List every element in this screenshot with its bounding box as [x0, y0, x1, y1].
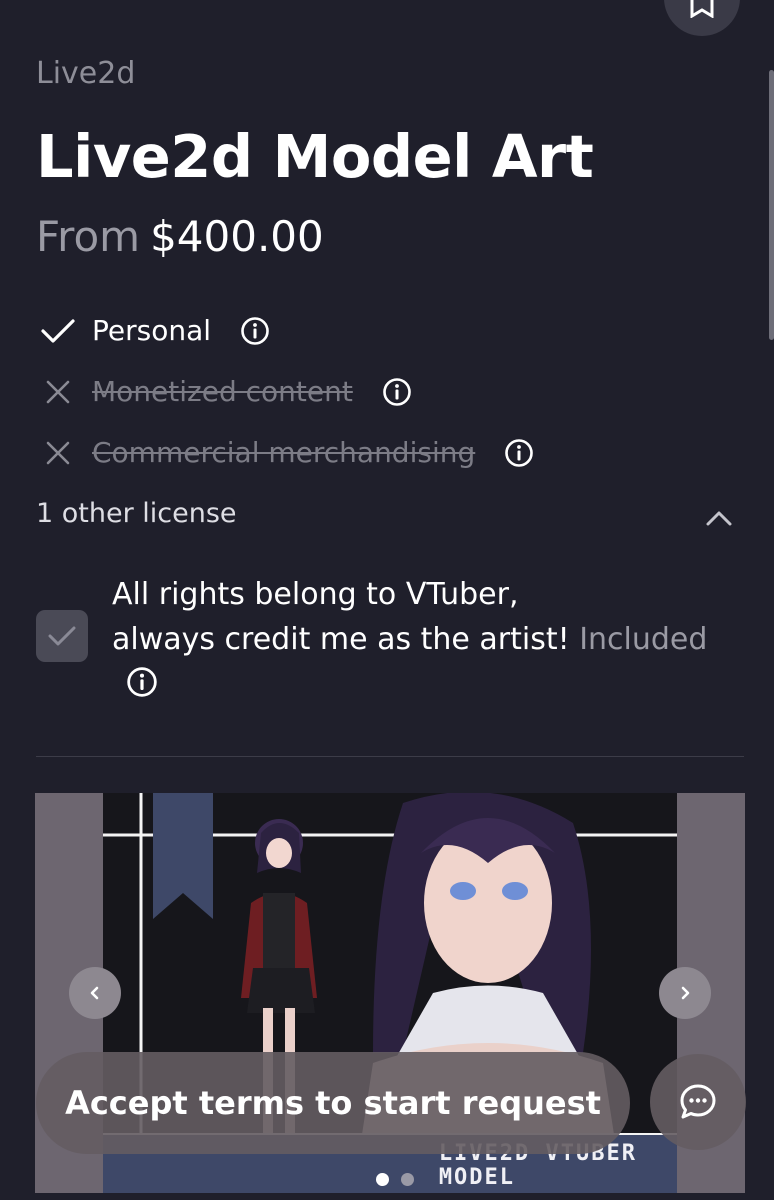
other-license-toggle-label[interactable]: 1 other license	[36, 498, 237, 529]
price-prefix: From	[36, 212, 141, 261]
check-icon	[48, 626, 76, 646]
terms-checkbox[interactable]	[36, 610, 88, 662]
info-icon[interactable]	[126, 666, 160, 700]
info-icon[interactable]	[503, 437, 535, 469]
chevron-up-icon[interactable]	[702, 502, 736, 536]
license-item-personal: Personal	[38, 300, 535, 361]
price-amount: $400.00	[150, 212, 324, 261]
terms-status: Included	[579, 622, 708, 657]
bookmark-icon	[690, 0, 714, 18]
page-scrollbar[interactable]	[769, 70, 774, 340]
section-divider	[36, 756, 744, 757]
product-price: From $400.00	[36, 212, 324, 261]
license-item-monetized: Monetized content	[38, 361, 535, 422]
gallery-prev-button[interactable]	[69, 967, 121, 1019]
terms-line-2: always credit me as the artist!	[112, 622, 570, 657]
chevron-right-icon	[681, 986, 690, 1000]
terms-line-1: All rights belong to VTuber,	[112, 577, 519, 612]
license-list: Personal Monetized content Commercial me…	[38, 300, 535, 483]
x-icon	[38, 433, 78, 473]
license-label: Monetized content	[92, 375, 353, 408]
gallery-pagination	[376, 1173, 414, 1186]
chat-button[interactable]	[650, 1054, 746, 1150]
x-icon	[38, 372, 78, 412]
check-icon	[38, 311, 78, 351]
license-label: Personal	[92, 314, 212, 347]
info-icon[interactable]	[239, 315, 271, 347]
pagination-dot[interactable]	[401, 1173, 414, 1186]
product-title: Live2d Model Art	[36, 122, 594, 191]
chevron-left-icon	[90, 986, 99, 1000]
chat-bubble-icon	[680, 1084, 716, 1119]
terms-text: All rights belong to VTuber, always cred…	[112, 572, 752, 662]
license-label: Commercial merchandising	[92, 436, 476, 469]
accept-terms-button[interactable]: Accept terms to start request	[36, 1052, 630, 1154]
info-icon[interactable]	[381, 376, 413, 408]
bookmark-button[interactable]	[664, 0, 740, 36]
pagination-dot-active[interactable]	[376, 1173, 389, 1186]
license-item-commercial: Commercial merchandising	[38, 422, 535, 483]
slide-caption-line-2: MODEL	[438, 1165, 516, 1190]
gallery-next-button[interactable]	[659, 967, 711, 1019]
product-category: Live2d	[36, 56, 136, 91]
